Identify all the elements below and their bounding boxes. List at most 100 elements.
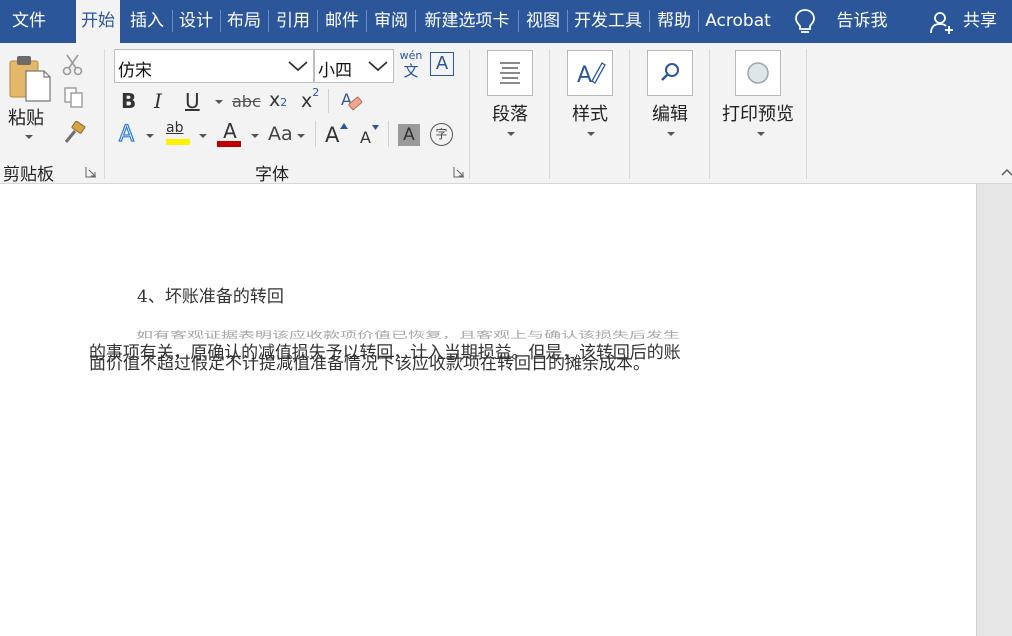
- font-color-swatch: [217, 141, 241, 147]
- search-icon: [661, 63, 679, 81]
- text-effects-button[interactable]: A: [118, 121, 134, 147]
- group-separator: [469, 49, 470, 179]
- underline-button[interactable]: U: [185, 89, 200, 113]
- phonetic-guide-button[interactable]: wén 文: [399, 49, 423, 83]
- chevron-down-icon[interactable]: [367, 58, 389, 74]
- grow-arrow-icon: [340, 123, 348, 129]
- group-separator: [709, 49, 710, 179]
- user-add-icon[interactable]: [930, 11, 956, 35]
- tab-review[interactable]: 审阅: [370, 0, 412, 43]
- tab-separator: [366, 10, 367, 32]
- change-case-button[interactable]: Aa: [268, 123, 293, 145]
- tab-new-tab[interactable]: 新建选项卡: [419, 0, 515, 43]
- font-size-value: 小四: [318, 61, 352, 81]
- paragraph-dropdown-caret[interactable]: [507, 132, 515, 136]
- editing-button[interactable]: [647, 50, 693, 96]
- paste-button[interactable]: 粘贴: [8, 104, 44, 130]
- paste-dropdown-caret[interactable]: [25, 135, 33, 139]
- font-size-combo[interactable]: 小四: [314, 49, 394, 83]
- font-row-separator: [388, 121, 389, 147]
- tab-layout[interactable]: 布局: [223, 0, 265, 43]
- vertical-scrollbar[interactable]: [976, 184, 1012, 636]
- tab-separator: [220, 10, 221, 32]
- dialog-launcher-icon[interactable]: [85, 166, 97, 178]
- styles-dropdown-caret[interactable]: [587, 132, 595, 136]
- tab-insert[interactable]: 插入: [126, 0, 168, 43]
- format-painter-icon[interactable]: [62, 121, 86, 145]
- tab-separator: [317, 10, 318, 32]
- highlight-label: ab: [166, 120, 184, 136]
- font-color-label: A: [223, 119, 237, 143]
- print-preview-dropdown-caret[interactable]: [757, 132, 765, 136]
- chevron-down-icon[interactable]: [287, 58, 309, 74]
- styles-icon: A: [577, 62, 606, 88]
- subscript-button[interactable]: x2: [269, 89, 287, 111]
- ribbon-tab-bar: 文件 开始 插入 设计 布局 引用 邮件 审阅 新建选项卡 视图 开发工具 帮助…: [0, 0, 1012, 43]
- highlight-dropdown-caret[interactable]: [199, 134, 207, 138]
- tab-file[interactable]: 文件: [0, 0, 58, 43]
- document-page[interactable]: 4、坏账准备的转回 如有客观证据表明该应收款项价值已恢复，且客观上与确认该损失后…: [0, 184, 976, 636]
- tab-separator: [518, 10, 519, 32]
- superscript-button[interactable]: x2: [301, 86, 319, 112]
- tell-me-search[interactable]: 告诉我: [830, 0, 894, 43]
- styles-label[interactable]: 样式: [572, 100, 608, 126]
- text-effects-dropdown-caret[interactable]: [146, 134, 154, 138]
- print-preview-button[interactable]: [735, 50, 781, 96]
- bold-button[interactable]: B: [121, 89, 136, 113]
- tab-mailings[interactable]: 邮件: [321, 0, 363, 43]
- phonetic-pinyin: wén: [399, 49, 423, 62]
- tab-references[interactable]: 引用: [272, 0, 314, 43]
- tab-help[interactable]: 帮助: [652, 0, 696, 43]
- group-separator: [806, 49, 807, 179]
- styles-button[interactable]: A: [567, 50, 613, 96]
- paragraph-button[interactable]: [487, 50, 533, 96]
- group-separator: [629, 49, 630, 179]
- character-shading-button[interactable]: A: [398, 124, 420, 146]
- character-border-button[interactable]: A: [430, 52, 454, 76]
- copy-icon[interactable]: [64, 87, 84, 109]
- tab-separator: [698, 10, 699, 32]
- font-name-combo[interactable]: 仿宋: [114, 49, 314, 83]
- subscript-x: x: [269, 89, 281, 111]
- tab-design[interactable]: 设计: [175, 0, 217, 43]
- paste-icon[interactable]: [8, 53, 52, 103]
- subscript-mark: 2: [280, 96, 288, 109]
- editing-dropdown-caret[interactable]: [667, 132, 675, 136]
- highlight-button[interactable]: ab: [166, 120, 192, 146]
- enclose-characters-button[interactable]: 字: [430, 123, 453, 146]
- dialog-launcher-icon[interactable]: [453, 166, 465, 178]
- tab-separator: [649, 10, 650, 32]
- paragraph-align-icon: [500, 62, 520, 84]
- change-case-dropdown-caret[interactable]: [297, 134, 305, 138]
- clipboard-group-label: 剪贴板: [3, 165, 54, 185]
- tab-developer[interactable]: 开发工具: [569, 0, 647, 43]
- tab-view[interactable]: 视图: [521, 0, 565, 43]
- lightbulb-icon[interactable]: [793, 8, 817, 36]
- clear-formatting-icon[interactable]: A: [340, 89, 364, 113]
- print-preview-label[interactable]: 打印预览: [722, 100, 794, 126]
- cut-icon[interactable]: [62, 53, 84, 77]
- phonetic-char: 文: [403, 62, 419, 80]
- italic-button[interactable]: I: [154, 89, 162, 113]
- strikethrough-button[interactable]: abc: [232, 92, 261, 111]
- shrink-font-button[interactable]: A: [360, 128, 371, 147]
- editing-label[interactable]: 编辑: [652, 100, 688, 126]
- tab-home[interactable]: 开始: [76, 0, 120, 43]
- superscript-x: x: [301, 90, 313, 112]
- share-button[interactable]: 共享: [958, 0, 1002, 43]
- font-row-separator: [315, 121, 316, 147]
- font-row-separator: [328, 89, 329, 113]
- paragraph-label[interactable]: 段落: [492, 100, 528, 126]
- tab-separator: [415, 10, 416, 32]
- tab-separator: [172, 10, 173, 32]
- font-color-button[interactable]: A: [217, 120, 243, 148]
- underline-dropdown-caret[interactable]: [215, 100, 223, 104]
- print-preview-icon: [747, 62, 769, 84]
- highlight-color-swatch: [166, 139, 190, 145]
- collapse-ribbon-icon[interactable]: [1000, 167, 1012, 177]
- svg-text:A: A: [577, 63, 592, 88]
- tab-acrobat[interactable]: Acrobat: [701, 0, 775, 43]
- font-color-dropdown-caret[interactable]: [251, 134, 259, 138]
- shrink-arrow-icon: [372, 125, 379, 130]
- grow-font-button[interactable]: A: [325, 123, 339, 147]
